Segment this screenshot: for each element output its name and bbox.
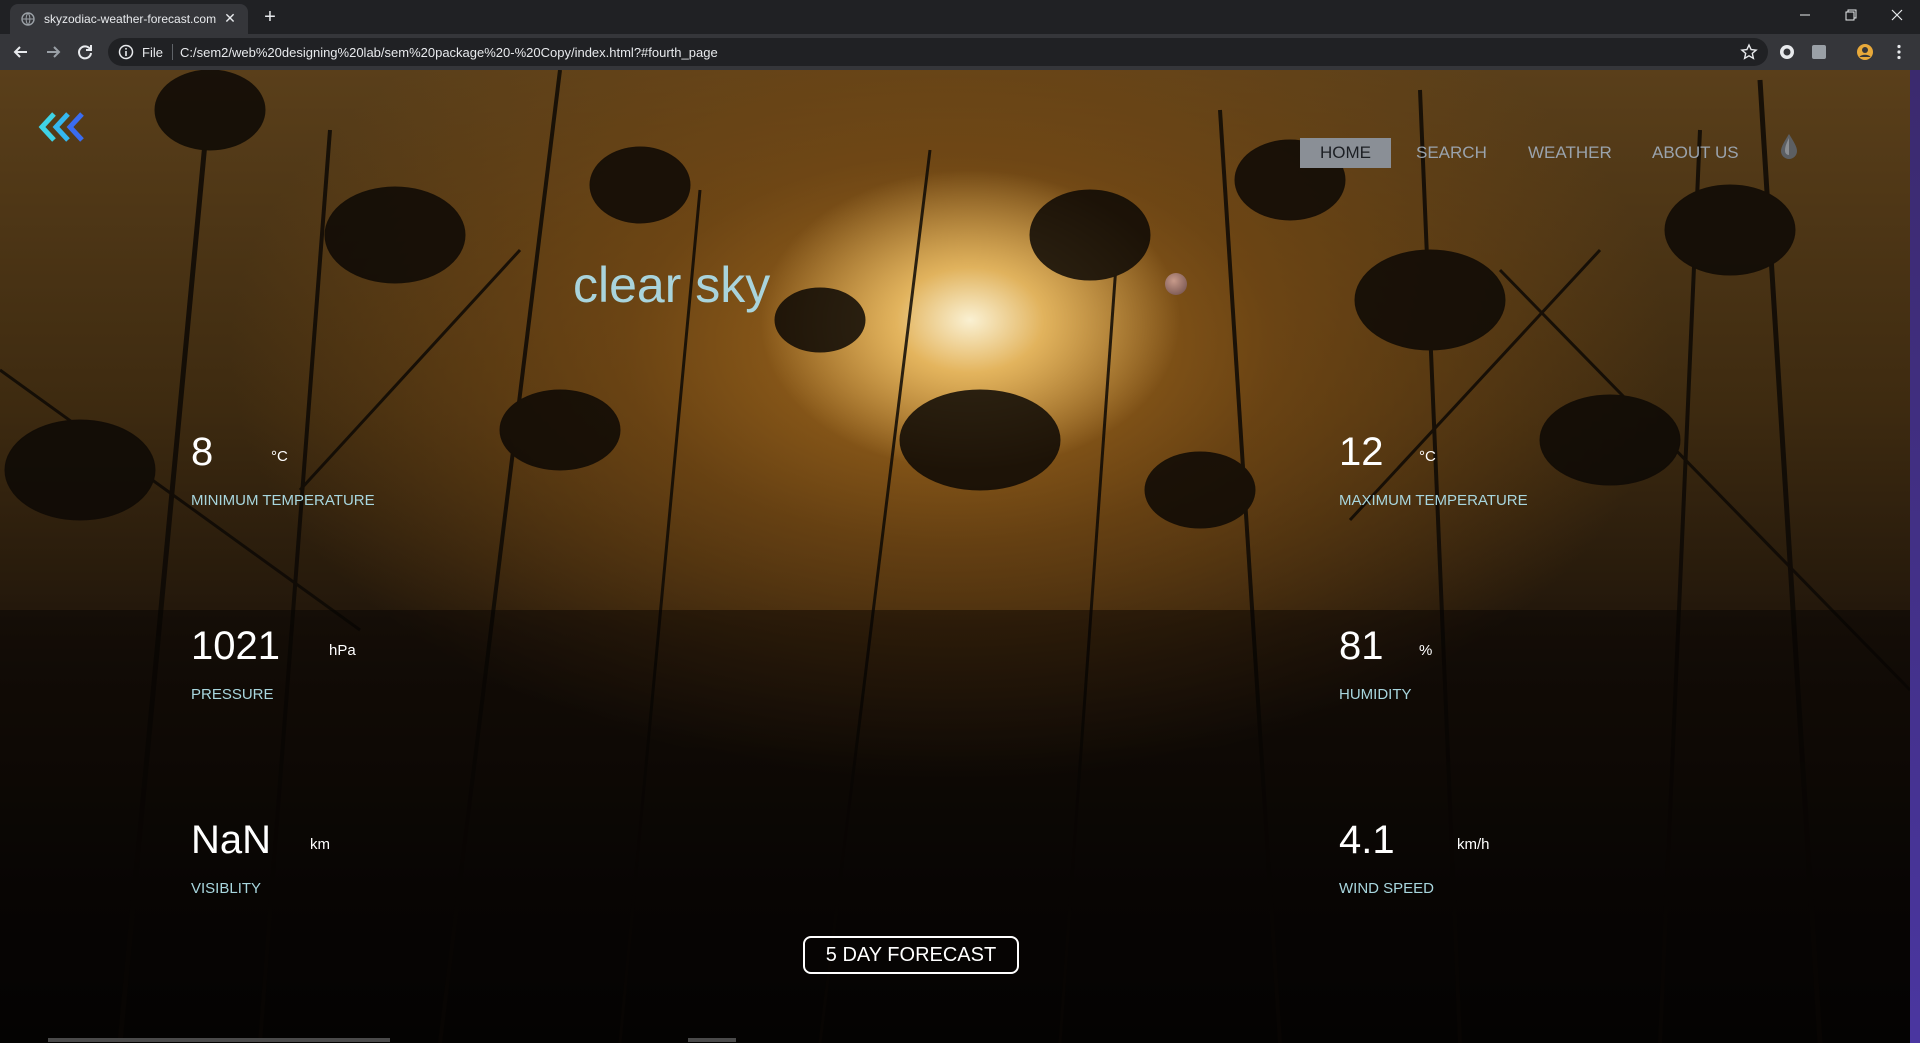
globe-icon (21, 12, 35, 26)
humidity-value: 81 (1339, 624, 1384, 668)
humidity-unit: % (1419, 642, 1433, 659)
pressure-unit: hPa (329, 642, 356, 659)
address-bar[interactable]: File C:/sem2/web%20designing%20lab/sem%2… (108, 38, 1768, 66)
five-day-forecast-button[interactable]: 5 DAY FORECAST (803, 936, 1019, 974)
wind-speed-unit: km/h (1457, 836, 1490, 853)
nav-about-us[interactable]: ABOUT US (1652, 138, 1739, 168)
humidity-label: HUMIDITY (1339, 686, 1412, 703)
back-icon[interactable] (10, 41, 32, 63)
menu-kebab-icon[interactable] (1890, 43, 1908, 61)
restore-icon[interactable] (1828, 0, 1874, 30)
reload-icon[interactable] (74, 41, 96, 63)
url-text[interactable]: C:/sem2/web%20designing%20lab/sem%20pack… (180, 45, 718, 60)
minimize-icon[interactable] (1782, 0, 1828, 30)
extension-circle-icon[interactable] (1778, 43, 1796, 61)
horizontal-scrollbar-segment[interactable] (688, 1038, 736, 1042)
info-icon[interactable] (118, 44, 134, 60)
bookmark-star-icon[interactable] (1740, 43, 1758, 61)
browser-tab[interactable]: skyzodiac-weather-forecast.com ✕ (10, 4, 248, 34)
tab-title: skyzodiac-weather-forecast.com (44, 12, 217, 26)
nav-weather[interactable]: WEATHER (1528, 138, 1612, 168)
max-temperature-unit: °C (1419, 448, 1436, 465)
max-temperature-label: MAXIMUM TEMPERATURE (1339, 492, 1528, 509)
extension-square-icon[interactable] (1810, 43, 1828, 61)
browser-toolbar: File C:/sem2/web%20designing%20lab/sem%2… (0, 34, 1920, 70)
pressure-value: 1021 (191, 624, 280, 668)
nav-home[interactable]: HOME (1300, 138, 1391, 168)
new-tab-icon[interactable]: + (258, 6, 282, 30)
wind-speed-value: 4.1 (1339, 818, 1395, 862)
weather-indicator-dot (1165, 273, 1187, 295)
background-photo (0, 70, 1910, 1043)
visibility-value: NaN (191, 818, 272, 862)
weather-page: HOME SEARCH WEATHER ABOUT US clear sky 8… (0, 70, 1910, 1043)
drop-icon[interactable] (1778, 132, 1800, 160)
triple-chevron-logo[interactable] (36, 110, 92, 144)
browser-tab-strip: skyzodiac-weather-forecast.com ✕ + (0, 0, 1920, 34)
visibility-label: VISIBLITY (191, 880, 262, 897)
forward-icon[interactable] (42, 41, 64, 63)
pressure-label: PRESSURE (191, 686, 274, 703)
horizontal-scrollbar-thumb[interactable] (48, 1038, 390, 1042)
close-window-icon[interactable] (1874, 0, 1920, 30)
profile-avatar-icon[interactable] (1856, 43, 1874, 61)
weather-description: clear sky (573, 257, 771, 313)
url-separator (172, 44, 173, 60)
min-temperature-unit: °C (271, 448, 288, 465)
vertical-scrollbar[interactable] (1910, 70, 1920, 1043)
wind-speed-label: WIND SPEED (1339, 880, 1435, 897)
min-temperature-value: 8 (191, 430, 214, 474)
nav-search[interactable]: SEARCH (1416, 138, 1487, 168)
min-temperature-label: MINIMUM TEMPERATURE (191, 492, 375, 509)
url-scheme: File (142, 45, 163, 60)
tab-close-icon[interactable]: ✕ (222, 10, 238, 26)
max-temperature-value: 12 (1339, 430, 1384, 474)
visibility-unit: km (310, 836, 330, 853)
